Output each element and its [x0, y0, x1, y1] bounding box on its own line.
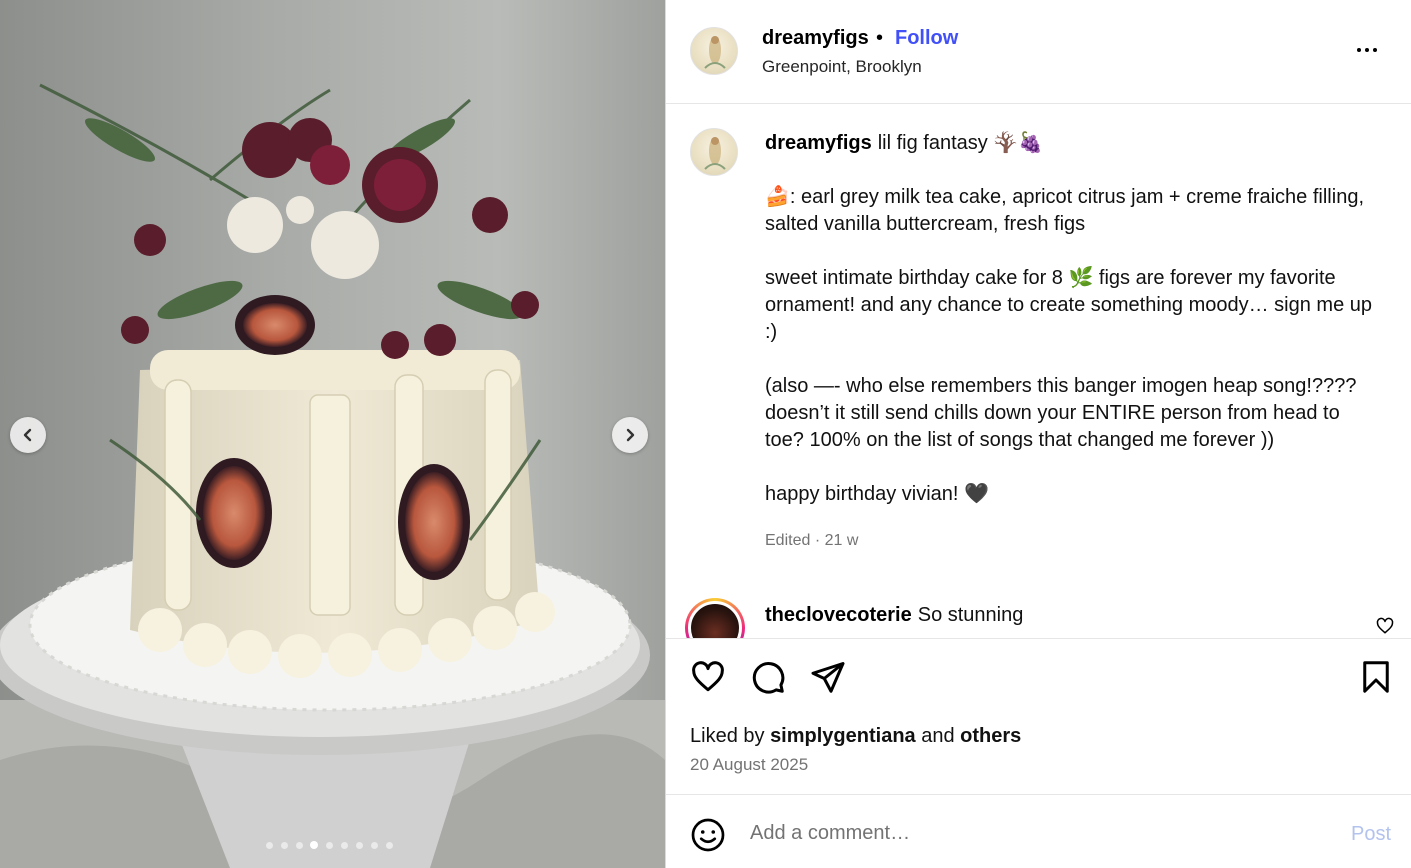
carousel-dot: [354, 840, 364, 850]
comment: theclovecoterie So stunning: [765, 604, 1023, 627]
commenter-avatar[interactable]: [685, 598, 745, 638]
like-heart-icon[interactable]: [690, 659, 726, 695]
carousel-dot: [339, 840, 349, 850]
post-details-panel: dreamyfigs • Follow Greenpoint, Brooklyn…: [665, 0, 1411, 868]
liked-by-others[interactable]: others: [960, 725, 1021, 747]
carousel-indicator: [264, 840, 394, 850]
carousel-dot: [264, 840, 274, 850]
bookmark-save-icon[interactable]: [1358, 659, 1394, 695]
post-comment-button[interactable]: Post: [1351, 823, 1391, 846]
post-location[interactable]: Greenpoint, Brooklyn: [762, 57, 922, 77]
more-options-icon[interactable]: [1349, 40, 1385, 60]
carousel-dot: [324, 840, 334, 850]
commenter-username[interactable]: theclovecoterie: [765, 604, 912, 626]
liked-by-prefix: Liked by: [690, 725, 765, 747]
comment-bubble-icon[interactable]: [750, 659, 786, 695]
dot-separator: •: [876, 27, 884, 49]
previous-photo-button[interactable]: [10, 417, 46, 453]
caption-title: lil fig fantasy 🪾🍇: [877, 132, 1044, 154]
post-caption: dreamyfigs lil fig fantasy 🪾🍇 🍰: earl gre…: [765, 130, 1375, 554]
caption-avatar[interactable]: [690, 128, 738, 176]
post-media[interactable]: [0, 0, 665, 868]
carousel-dot: [384, 840, 394, 850]
carousel-dot: [279, 840, 289, 850]
emoji-smiley-icon[interactable]: [690, 817, 726, 853]
post-date[interactable]: 20 August 2025: [690, 755, 808, 775]
post-actions: Liked by simplygentiana and others 20 Au…: [666, 638, 1411, 794]
author-username[interactable]: dreamyfigs: [762, 27, 869, 50]
liked-by-and: and: [921, 725, 955, 747]
chevron-left-icon: [23, 428, 32, 442]
edited-timestamp[interactable]: Edited · 21 w: [765, 527, 1375, 554]
carousel-dot: [309, 840, 319, 850]
carousel-dot: [294, 840, 304, 850]
caption-ingredients: 🍰: earl grey milk tea cake, apricot citr…: [765, 186, 1364, 235]
post-header: dreamyfigs • Follow Greenpoint, Brooklyn: [666, 0, 1411, 104]
chevron-right-icon: [626, 428, 635, 442]
caption-note: (also —- who else remembers this banger …: [765, 375, 1357, 451]
liked-by-user[interactable]: simplygentiana: [770, 725, 916, 747]
author-avatar[interactable]: [690, 27, 738, 75]
share-send-icon[interactable]: [810, 659, 846, 695]
add-comment-input[interactable]: [750, 817, 1310, 849]
cake-photo: [0, 83, 665, 868]
caption-username[interactable]: dreamyfigs: [765, 132, 872, 154]
avatar-illustration: [704, 137, 726, 170]
avatar-illustration: [704, 36, 726, 69]
comment-like-heart-icon[interactable]: [1376, 617, 1394, 635]
comment-composer: Post: [666, 794, 1411, 868]
next-photo-button[interactable]: [612, 417, 648, 453]
comment-body: So stunning: [917, 604, 1024, 626]
caption-birthday: happy birthday vivian! 🖤: [765, 483, 989, 505]
follow-button[interactable]: Follow: [895, 27, 958, 50]
likes-summary: Liked by simplygentiana and others: [690, 725, 1021, 748]
comments-section[interactable]: dreamyfigs lil fig fantasy 🪾🍇 🍰: earl gre…: [666, 104, 1411, 638]
carousel-dot: [369, 840, 379, 850]
caption-description: sweet intimate birthday cake for 8 🌿 fig…: [765, 267, 1373, 343]
